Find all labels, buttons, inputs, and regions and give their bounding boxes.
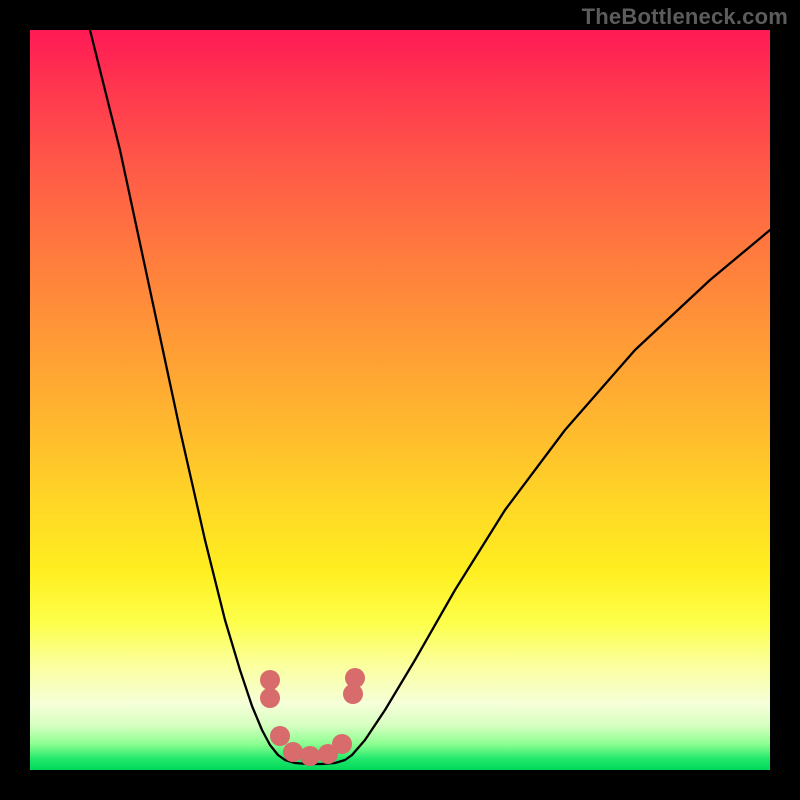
curve-layer — [30, 30, 770, 770]
valley-dot-2 — [270, 726, 290, 746]
valley-dot-8 — [345, 668, 365, 688]
curve-paths — [90, 30, 770, 764]
attribution-text: TheBottleneck.com — [582, 4, 788, 30]
valley-dot-4 — [300, 746, 320, 766]
valley-dot-1 — [260, 688, 280, 708]
chart-frame: TheBottleneck.com — [0, 0, 800, 800]
curve-left-arm — [90, 30, 278, 755]
valley-dot-3 — [283, 742, 303, 762]
plot-area — [30, 30, 770, 770]
valley-dot-6 — [332, 734, 352, 754]
valley-dot-0 — [260, 670, 280, 690]
curve-right-arm — [352, 230, 770, 755]
